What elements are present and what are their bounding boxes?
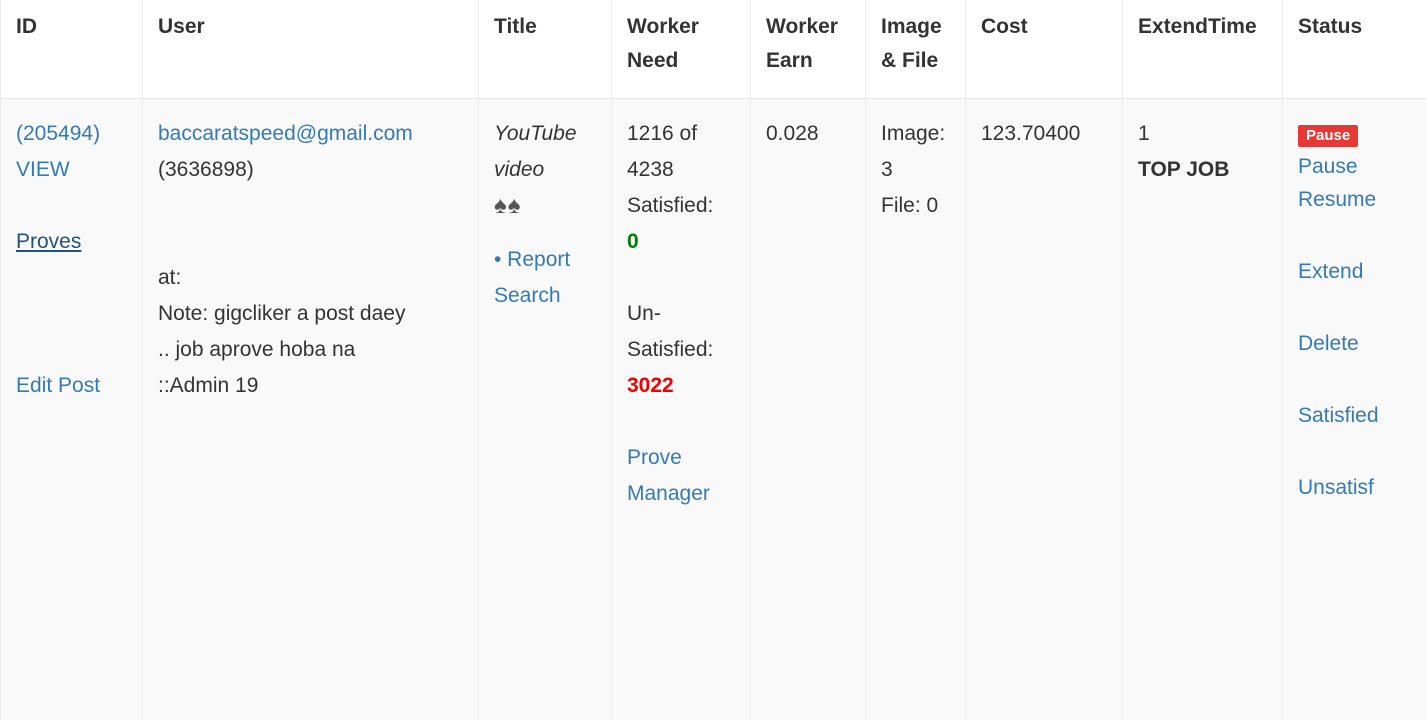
user-id: (3636898) [158,158,254,181]
header-status: Status [1282,0,1426,99]
header-user: User [142,0,479,99]
cell-status: Pause Pause Resume Extend Delete Satisfi… [1282,98,1426,720]
table-row: (205494) VIEW Proves Edit Post baccarats… [0,98,1426,720]
extend-count: 1 [1138,122,1150,145]
note-line: ::Admin 19 [158,374,259,397]
need-progress: 1216 of [627,122,698,145]
prove-manager-link[interactable]: Prove Manager [627,440,738,512]
note-line: .. job aprove hoba na [158,338,356,361]
image-count: Image: [881,122,946,145]
job-title: video [494,158,545,181]
satisfied-link[interactable]: Satisfied [1298,398,1426,434]
search-link[interactable]: Search [494,278,599,314]
resume-link[interactable]: Resume [1298,182,1426,218]
note-line: Note: gigcliker a post daey [158,302,406,325]
need-progress: 4238 [627,158,674,181]
cell-worker-need: 1216 of 4238 Satisfied: 0 Un- Satisfied:… [611,98,751,720]
report-link[interactable]: • Report [494,242,599,278]
job-id-link[interactable]: (205494) [16,116,130,152]
job-title: YouTube [494,122,577,145]
cost-value: 123.70400 [981,122,1081,145]
table-header-row: ID User Title Worker Need Worker Earn Im… [0,0,1426,99]
cell-user: baccaratspeed@gmail.com (3636898) at: No… [142,98,479,720]
unsatisfied-label: Satisfied: [627,338,714,361]
worker-earn-value: 0.028 [766,122,819,145]
cell-worker-earn: 0.028 [750,98,866,720]
edit-post-link[interactable]: Edit Post [16,368,130,404]
top-job-label: TOP JOB [1138,158,1230,181]
cell-cost: 123.70400 [965,98,1123,720]
header-extend-time: ExtendTime [1122,0,1283,99]
image-count: 3 [881,158,893,181]
header-title: Title [478,0,612,99]
cell-image-file: Image: 3 File: 0 [865,98,966,720]
header-worker-earn: Worker Earn [750,0,866,99]
unsatisfied-count: 3022 [627,374,674,397]
spade-icon: ♠♠ [494,192,522,219]
proves-link[interactable]: Proves [16,224,130,260]
status-badge: Pause [1298,125,1359,147]
jobs-table: ID User Title Worker Need Worker Earn Im… [0,0,1426,720]
file-count: File: 0 [881,194,939,217]
view-link[interactable]: VIEW [16,152,130,188]
unsatisfied-link[interactable]: Unsatisf [1298,470,1426,506]
cell-id: (205494) VIEW Proves Edit Post [0,98,143,720]
cell-extend-time: 1 TOP JOB [1122,98,1283,720]
satisfied-label: Satisfied: [627,194,714,217]
unsatisfied-label: Un- [627,302,661,325]
cell-title: YouTube video ♠♠ • Report Search [478,98,612,720]
prove-manager-label: Prove [627,446,682,469]
at-label: at: [158,266,182,289]
pause-link[interactable]: Pause [1298,152,1426,182]
header-id: ID [0,0,143,99]
header-worker-need: Worker Need [611,0,751,99]
extend-link[interactable]: Extend [1298,254,1426,290]
delete-link[interactable]: Delete [1298,326,1426,362]
satisfied-count: 0 [627,230,639,253]
header-cost: Cost [965,0,1123,99]
header-image-file: Image & File [865,0,966,99]
prove-manager-label: Manager [627,482,710,505]
user-email-link[interactable]: baccaratspeed@gmail.com [158,116,466,152]
